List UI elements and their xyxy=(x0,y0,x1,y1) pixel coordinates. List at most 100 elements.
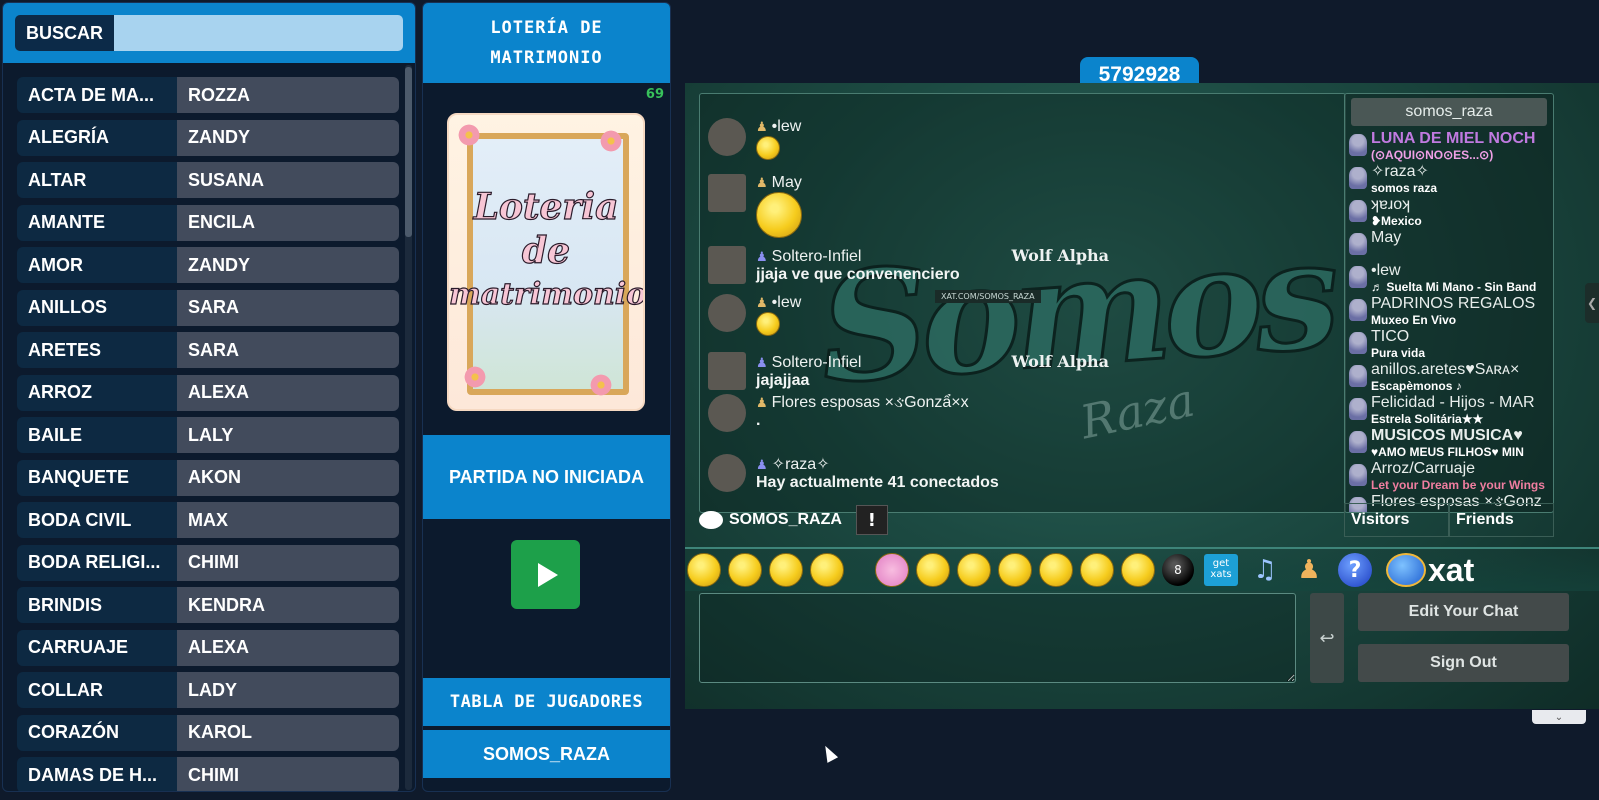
smiley-icon[interactable] xyxy=(957,553,991,587)
user-list-item[interactable]: MUSICOS MUSICA♥ ♥AMO MEUS FILHOS♥ MIN xyxy=(1345,427,1553,460)
rank-icon: ♟ xyxy=(756,355,768,370)
user-list-item[interactable]: anillos.aretes♥Sᴀʀᴀ× Escapèmonos ♪ xyxy=(1345,361,1553,394)
user-status: ❥Mexico xyxy=(1371,214,1422,228)
eight-ball-icon[interactable]: 8 xyxy=(1162,554,1194,586)
user-name: PADRINOS REGALOS xyxy=(1371,295,1536,312)
user-list-item[interactable]: May xyxy=(1345,229,1553,262)
chevron-down-icon[interactable]: ⌄ xyxy=(1532,710,1586,724)
avatar[interactable] xyxy=(708,352,746,390)
card-row[interactable]: AMOR ZANDY xyxy=(17,247,399,283)
smiley-icon[interactable] xyxy=(875,553,909,587)
message-area[interactable]: Somos Raza XAT.COM/SOMOS_RAZA ♟ •lew ♟ May ♟… xyxy=(699,93,1346,513)
smiley-icon[interactable] xyxy=(1080,553,1114,587)
warning-button[interactable]: ! xyxy=(855,505,888,535)
user-status: ♬ Suelta Mi Mano - Sin Band xyxy=(1371,280,1537,294)
smiley-icon[interactable] xyxy=(687,553,721,587)
card-row[interactable]: BANQUETE AKON xyxy=(17,459,399,496)
help-icon[interactable]: ? xyxy=(1338,553,1372,587)
card-row[interactable]: ALTAR SUSANA xyxy=(17,162,399,198)
smiley-icon[interactable] xyxy=(916,553,950,587)
message-author[interactable]: ♟ •lew xyxy=(756,294,801,312)
user-name: ✧raza✧ xyxy=(1371,163,1429,180)
players-table-button[interactable]: TABLA DE JUGADORES xyxy=(423,678,670,726)
watermark-tag: XAT.COM/SOMOS_RAZA xyxy=(935,290,1041,303)
user-list-item[interactable]: ✧raza✧ somos raza xyxy=(1345,163,1553,196)
avatar[interactable] xyxy=(708,454,746,492)
card-row[interactable]: CARRUAJE ALEXA xyxy=(17,629,399,666)
user-list-item[interactable]: PADRINOS REGALOS Muxeo En Vivo xyxy=(1345,295,1553,328)
message-author[interactable]: ♟ Soltero-Infiel Wolf Alpha xyxy=(756,246,1109,266)
card-row[interactable]: CORAZÓN KAROL xyxy=(17,714,399,751)
user-list-item[interactable]: Felicidad - Hijos - MAR Estrela Solitária… xyxy=(1345,394,1553,427)
card-row[interactable]: DAMAS DE H... CHIMI xyxy=(17,757,399,791)
card-row[interactable]: ANILLOS SARA xyxy=(17,289,399,326)
room-tab[interactable]: SOMOS_RAZA xyxy=(699,511,842,529)
flower-icon xyxy=(457,123,481,147)
app-root: BUSCAR ACTA DE MA... ROZZA ALEGRÍA ZANDY ALT… xyxy=(0,0,1599,800)
user-list-item[interactable]: Arroz/Carruaje Let your Dream be your Win… xyxy=(1345,460,1553,493)
card-row[interactable]: COLLAR LADY xyxy=(17,672,399,708)
avatar[interactable] xyxy=(708,174,746,212)
smiley-icon[interactable] xyxy=(728,553,762,587)
send-button[interactable]: ↩ xyxy=(1310,593,1344,683)
user-name: anillos.aretes♥Sᴀʀᴀ× xyxy=(1371,361,1520,378)
user-list-item[interactable]: •lew ♬ Suelta Mi Mano - Sin Band xyxy=(1345,262,1553,295)
author-suffix: Wolf Alpha xyxy=(1011,246,1110,265)
card-row[interactable]: AMANTE ENCILA xyxy=(17,204,399,241)
smiley-icon[interactable] xyxy=(998,553,1032,587)
card-row[interactable]: BODA RELIGI... CHIMI xyxy=(17,544,399,581)
sign-out-button[interactable]: Sign Out xyxy=(1358,644,1569,682)
search-input[interactable] xyxy=(114,15,403,51)
scrollbar-thumb[interactable] xyxy=(405,67,412,237)
card-row[interactable]: ARETES SARA xyxy=(17,332,399,368)
card-name: BODA RELIGI... xyxy=(17,544,177,581)
xat-logo[interactable]: xat xyxy=(1386,552,1474,589)
message-author[interactable]: ♟ May xyxy=(756,174,802,192)
user-list-item[interactable]: TICO Pura vida xyxy=(1345,328,1553,361)
card-owner: CHIMI xyxy=(177,757,399,791)
get-xats-button[interactable]: get xats xyxy=(1204,554,1238,586)
user-name: •lew xyxy=(1371,262,1401,279)
card-row[interactable]: BAILE LALY xyxy=(17,417,399,453)
message-author[interactable]: ♟ Soltero-Infiel Wolf Alpha xyxy=(756,352,1109,372)
smiley-icon[interactable] xyxy=(769,553,803,587)
card-name: CARRUAJE xyxy=(17,629,177,666)
card-owner: MAX xyxy=(177,502,399,538)
author-name: •lew xyxy=(771,294,802,311)
room-button[interactable]: SOMOS_RAZA xyxy=(423,730,670,778)
play-button[interactable] xyxy=(511,540,580,609)
message-text: jjaja ve que convenenciero xyxy=(756,266,960,283)
music-icon[interactable]: ♫ xyxy=(1250,553,1280,587)
collapse-arrow-icon[interactable]: ❮ xyxy=(1585,283,1599,323)
card-row[interactable]: ALEGRÍA ZANDY xyxy=(17,119,399,156)
users-icon[interactable]: ♟ xyxy=(1294,553,1324,587)
tab-friends[interactable]: Friends xyxy=(1449,503,1554,537)
avatar[interactable] xyxy=(708,294,746,332)
smiley-icon[interactable] xyxy=(1039,553,1073,587)
card-row[interactable]: ARROZ ALEXA xyxy=(17,374,399,411)
user-rank-icon xyxy=(1349,299,1367,321)
user-list-item[interactable]: ʞɐɹoʞ ❥Mexico xyxy=(1345,196,1553,229)
smiley-icon[interactable] xyxy=(1121,553,1155,587)
avatar[interactable] xyxy=(708,118,746,156)
user-rank-icon xyxy=(1349,200,1367,222)
user-name: ʞɐɹoʞ xyxy=(1371,196,1411,213)
tab-visitors[interactable]: Visitors xyxy=(1344,503,1449,537)
message-text: jajajjaa xyxy=(756,372,810,389)
message-author[interactable]: ♟ ✧raza✧ xyxy=(756,454,999,474)
card-row[interactable]: BODA CIVIL MAX xyxy=(17,502,399,538)
user-list-item[interactable]: LUNA DE MIEL NOCH (⊙AQUI⊙NO⊙ES...⊙) xyxy=(1345,130,1553,163)
card-row[interactable]: ACTA DE MA... ROZZA xyxy=(17,77,399,113)
card-name: AMANTE xyxy=(17,204,177,241)
message-input[interactable] xyxy=(699,593,1296,683)
avatar[interactable] xyxy=(708,394,746,432)
edit-chat-button[interactable]: Edit Your Chat xyxy=(1358,593,1569,631)
smiley-icon[interactable] xyxy=(810,553,844,587)
rank-icon: ♟ xyxy=(756,175,768,190)
message-author[interactable]: ♟ Flores esposas ×ઙGonzẩ×x xyxy=(756,394,969,412)
avatar[interactable] xyxy=(708,246,746,284)
card-list: ACTA DE MA... ROZZA ALEGRÍA ZANDY ALTAR SUSAN… xyxy=(17,77,399,791)
message-author[interactable]: ♟ •lew xyxy=(756,118,801,136)
card-owner: ALEXA xyxy=(177,374,399,411)
card-row[interactable]: BRINDIS KENDRA xyxy=(17,587,399,623)
